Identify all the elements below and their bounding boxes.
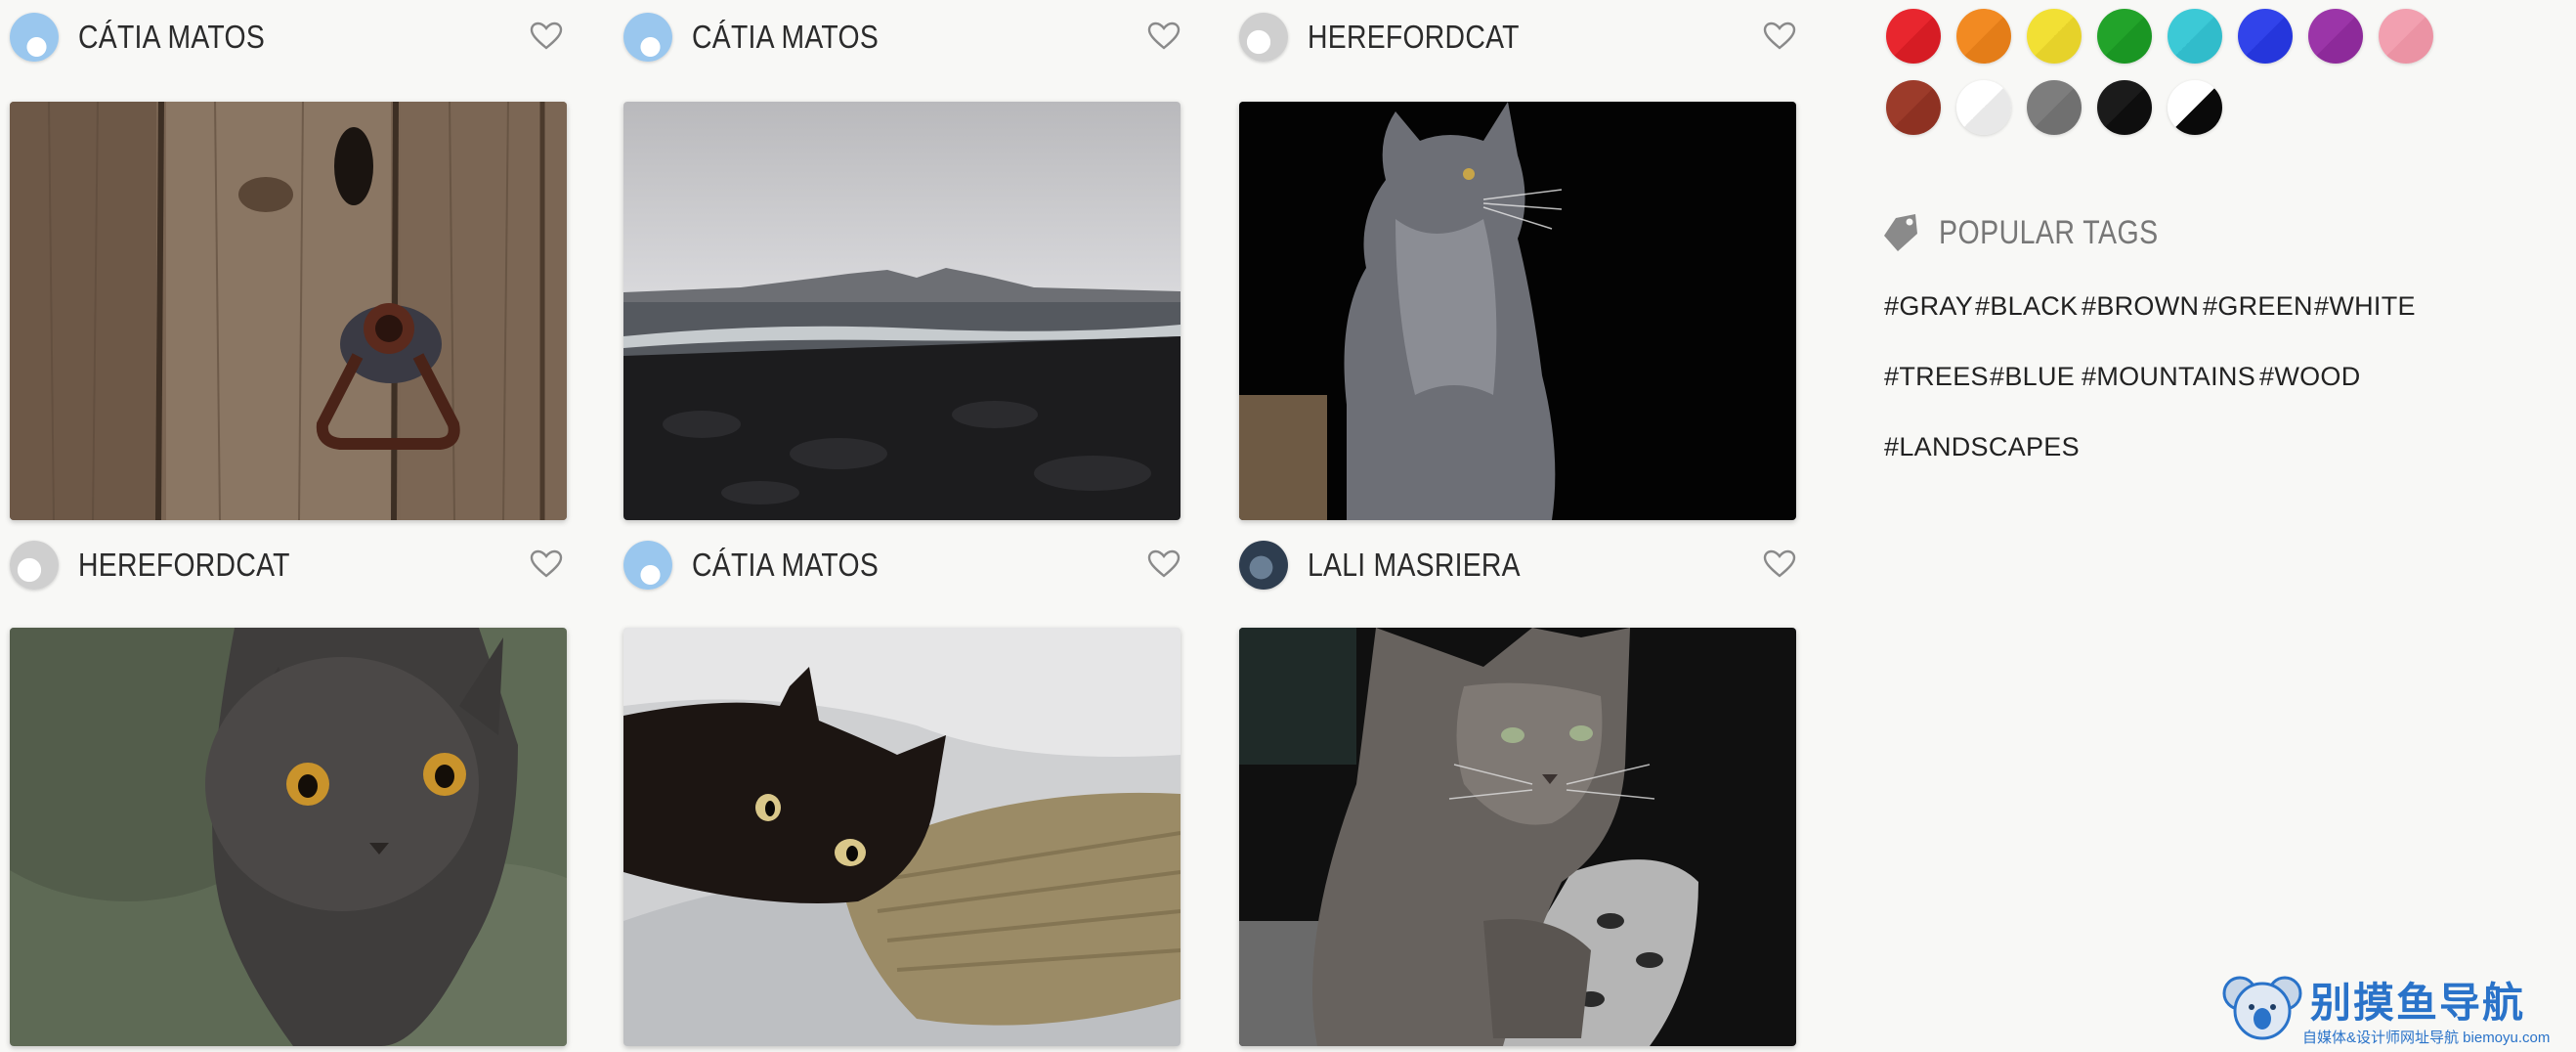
swatch-purple[interactable] bbox=[2308, 9, 2363, 64]
photo-black-cat[interactable] bbox=[623, 628, 1181, 1046]
card-header: HEREFORDCAT bbox=[10, 538, 563, 592]
card-header: CÁTIA MATOS bbox=[623, 10, 1181, 65]
heart-icon[interactable] bbox=[1763, 22, 1796, 51]
tag-green[interactable]: #GREEN bbox=[2203, 291, 2313, 322]
card-header: HEREFORDCAT bbox=[1239, 10, 1796, 65]
swatch-black-and-white[interactable] bbox=[2168, 80, 2222, 135]
swatch-white[interactable] bbox=[1956, 80, 2011, 135]
photo-tabby-cat[interactable] bbox=[1239, 628, 1796, 1046]
author-avatar[interactable] bbox=[1239, 13, 1288, 62]
watermark-subtitle: 自媒体&设计师网址导航 biemoyu.com bbox=[2302, 1030, 2551, 1046]
card-header: LALI MASRIERA bbox=[1239, 538, 1796, 592]
watermark-title: 别摸鱼导航 bbox=[2310, 980, 2526, 1026]
heart-icon[interactable] bbox=[530, 549, 563, 579]
author-avatar[interactable] bbox=[623, 541, 672, 590]
heart-icon[interactable] bbox=[530, 22, 563, 51]
swatch-blue[interactable] bbox=[2238, 9, 2293, 64]
author-name[interactable]: CÁTIA MATOS bbox=[692, 19, 879, 56]
heart-icon[interactable] bbox=[1763, 549, 1796, 579]
photo-coast[interactable] bbox=[623, 102, 1181, 520]
swatch-yellow[interactable] bbox=[2027, 9, 2082, 64]
swatch-green[interactable] bbox=[2097, 9, 2152, 64]
tag-mountains[interactable]: #MOUNTAINS bbox=[2082, 362, 2255, 392]
author-name[interactable]: HEREFORDCAT bbox=[1308, 19, 1520, 56]
swatch-gray[interactable] bbox=[2027, 80, 2082, 135]
watermark: 别摸鱼导航 自媒体&设计师网址导航 biemoyu.com bbox=[2220, 968, 2562, 1046]
photo-gray-cat[interactable] bbox=[1239, 102, 1796, 520]
tag-icon bbox=[1884, 214, 1917, 251]
photo-gray-cat-closeup[interactable] bbox=[10, 628, 567, 1046]
tag-trees[interactable]: #TREES bbox=[1884, 362, 1989, 392]
author-name[interactable]: LALI MASRIERA bbox=[1308, 547, 1521, 584]
author-avatar[interactable] bbox=[1239, 541, 1288, 590]
tag-landscapes[interactable]: #LANDSCAPES bbox=[1884, 432, 2080, 462]
author-name[interactable]: HEREFORDCAT bbox=[78, 547, 290, 584]
tag-brown[interactable]: #BROWN bbox=[2082, 291, 2199, 322]
author-avatar[interactable] bbox=[623, 13, 672, 62]
heart-icon[interactable] bbox=[1147, 22, 1181, 51]
author-avatar[interactable] bbox=[10, 13, 59, 62]
author-avatar[interactable] bbox=[10, 541, 59, 590]
swatch-red[interactable] bbox=[1886, 9, 1941, 64]
swatch-cyan[interactable] bbox=[2168, 9, 2222, 64]
tag-gray[interactable]: #GRAY bbox=[1884, 291, 1973, 322]
card-header: CÁTIA MATOS bbox=[623, 538, 1181, 592]
tag-black[interactable]: #BLACK bbox=[1975, 291, 2078, 322]
koala-logo-icon bbox=[2222, 976, 2302, 1040]
card-header: CÁTIA MATOS bbox=[10, 10, 563, 65]
author-name[interactable]: CÁTIA MATOS bbox=[692, 547, 879, 584]
tag-wood[interactable]: #WOOD bbox=[2259, 362, 2361, 392]
swatch-pink[interactable] bbox=[2379, 9, 2433, 64]
swatch-brown[interactable] bbox=[1886, 80, 1941, 135]
author-name[interactable]: CÁTIA MATOS bbox=[78, 19, 265, 56]
swatch-orange[interactable] bbox=[1956, 9, 2011, 64]
swatch-black[interactable] bbox=[2097, 80, 2152, 135]
tag-blue[interactable]: #BLUE bbox=[1990, 362, 2075, 392]
photo-wooden-door[interactable] bbox=[10, 102, 567, 520]
popular-tags-title: POPULAR TAGS bbox=[1939, 213, 2159, 251]
tag-white[interactable]: #WHITE bbox=[2314, 291, 2416, 322]
popular-tags-heading: POPULAR TAGS bbox=[1882, 209, 2200, 256]
heart-icon[interactable] bbox=[1147, 549, 1181, 579]
